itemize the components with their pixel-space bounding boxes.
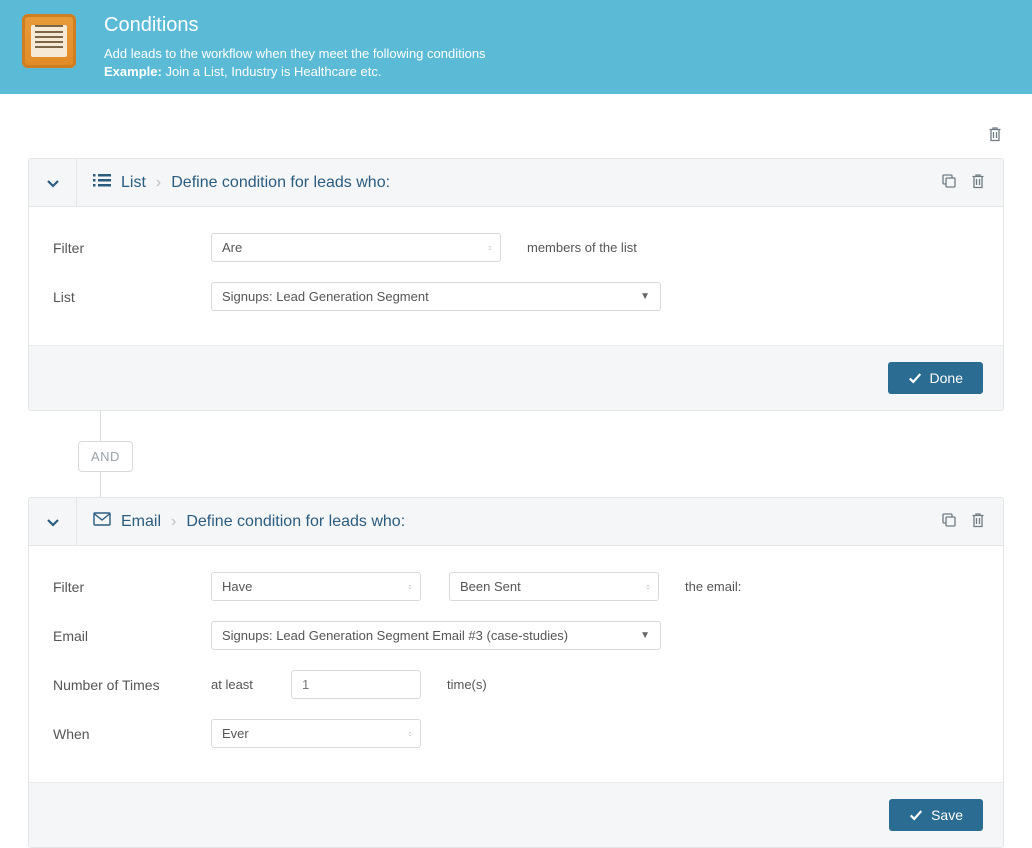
copy-icon [941, 173, 957, 189]
filter-suffix: the email: [685, 579, 741, 594]
card-header: List › Define condition for leads who: [29, 159, 1003, 207]
filter-have-select[interactable]: Have [211, 572, 421, 601]
list-select[interactable]: Signups: Lead Generation Segment ▼ [211, 282, 661, 311]
filter-suffix: members of the list [527, 240, 637, 255]
check-icon [909, 808, 923, 822]
duplicate-button[interactable] [939, 171, 959, 195]
chevron-right-icon: › [156, 174, 161, 192]
condition-card-list: List › Define condition for leads who: F… [28, 158, 1004, 411]
when-select[interactable]: Ever [211, 719, 421, 748]
collapse-toggle[interactable] [29, 498, 77, 545]
save-button[interactable]: Save [889, 799, 983, 831]
chevron-down-icon [45, 175, 61, 191]
breadcrumb-type[interactable]: Email [121, 513, 161, 531]
page-title: Conditions [104, 14, 486, 37]
list-label: List [53, 289, 211, 305]
filter-label: Filter [53, 240, 211, 256]
caret-down-icon: ▼ [640, 630, 650, 641]
done-button[interactable]: Done [888, 362, 983, 394]
when-label: When [53, 726, 211, 742]
breadcrumb-title: Define condition for leads who: [186, 513, 405, 531]
collapse-toggle[interactable] [29, 159, 77, 206]
filter-select[interactable]: Are [211, 233, 501, 262]
duplicate-button[interactable] [939, 510, 959, 534]
trash-icon [971, 512, 985, 528]
filter-label: Filter [53, 579, 211, 595]
and-chip[interactable]: AND [78, 441, 133, 472]
times-label: Number of Times [53, 677, 211, 693]
filter-action-select[interactable]: Been Sent [449, 572, 659, 601]
connector: AND [28, 411, 1004, 497]
chevron-down-icon [45, 514, 61, 530]
page-subtitle: Add leads to the workflow when they meet… [104, 45, 486, 80]
trash-icon [988, 126, 1002, 142]
breadcrumb-type[interactable]: List [121, 174, 146, 192]
delete-card-button[interactable] [969, 171, 987, 195]
copy-icon [941, 512, 957, 528]
caret-down-icon: ▼ [640, 291, 650, 302]
condition-card-email: Email › Define condition for leads who: … [28, 497, 1004, 848]
times-input[interactable] [291, 670, 421, 699]
breadcrumb-title: Define condition for leads who: [171, 174, 390, 192]
email-icon [93, 512, 111, 531]
email-label: Email [53, 628, 211, 644]
times-suffix: time(s) [447, 677, 487, 692]
chevron-right-icon: › [171, 513, 176, 531]
check-icon [908, 371, 922, 385]
times-qualifier: at least [211, 677, 291, 692]
email-select[interactable]: Signups: Lead Generation Segment Email #… [211, 621, 661, 650]
delete-card-button[interactable] [969, 510, 987, 534]
conditions-scroll-icon [22, 14, 76, 68]
trash-icon [971, 173, 985, 189]
list-icon [93, 172, 111, 193]
page-header: Conditions Add leads to the workflow whe… [0, 0, 1032, 94]
delete-all-button[interactable] [986, 124, 1004, 148]
card-header: Email › Define condition for leads who: [29, 498, 1003, 546]
